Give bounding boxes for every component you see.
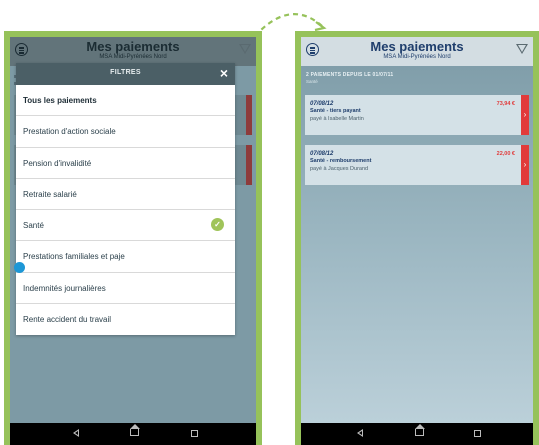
filter-item-indemnites[interactable]: Indemnités journalières — [16, 273, 235, 305]
recent-apps-icon[interactable] — [191, 430, 198, 437]
page-title: Mes paiements — [370, 39, 464, 54]
page-subtitle: MSA Midi-Pyrénées Nord — [383, 54, 451, 60]
payment-amount: 73,94 € — [496, 101, 515, 107]
payment-card[interactable]: 07/08/12 Santé - tiers payant payé à Isa… — [305, 95, 529, 135]
page-title: Mes paiements — [86, 39, 180, 54]
filter-item-label: Tous les paiements — [23, 96, 97, 105]
filter-item-action-sociale[interactable]: Prestation d'action sociale — [16, 116, 235, 148]
background-card-accent — [246, 145, 252, 185]
filter-item-tous[interactable]: Tous les paiements — [16, 85, 235, 117]
recent-apps-icon[interactable] — [474, 430, 481, 437]
payment-payee: payé à Jacques Durand — [310, 166, 369, 172]
filter-dialog: FILTRES × Tous les paiements Prestation … — [16, 63, 235, 336]
back-triangle-icon[interactable] — [73, 429, 79, 437]
checkmark-icon: ✓ — [211, 218, 224, 232]
filter-item-label: Rente accident du travail — [23, 315, 112, 325]
payment-description: Santé - tiers payant — [310, 108, 361, 114]
close-icon[interactable]: × — [220, 65, 228, 81]
filter-item-label: Santé — [23, 221, 44, 231]
screen: Mes paiements MSA Midi-Pyrénées Nord 2 P… — [301, 37, 533, 445]
filter-item-familiales[interactable]: Prestations familiales et paje — [16, 241, 235, 273]
funnel-icon[interactable] — [239, 44, 251, 54]
android-nav-bar — [301, 423, 533, 445]
payment-date: 07/08/12 — [310, 151, 334, 157]
filter-item-invalidite[interactable]: Pension d'invalidité — [16, 148, 235, 179]
payment-amount: 22,00 € — [496, 151, 515, 157]
payment-payee: payé à Isabelle Martin — [310, 116, 364, 122]
home-icon[interactable] — [414, 424, 425, 436]
app-header: Mes paiements MSA Midi-Pyrénées Nord — [10, 37, 256, 66]
back-triangle-icon[interactable] — [357, 429, 363, 437]
payment-description: Santé - remboursement — [310, 158, 372, 164]
filter-item-label: Retraite salarié — [23, 189, 77, 199]
chevron-right-icon[interactable]: › — [521, 95, 529, 135]
filter-item-sante[interactable]: Santé ✓ — [16, 210, 235, 242]
filter-item-retraite[interactable]: Retraite salarié — [16, 179, 235, 211]
phone-payments-screen: Mes paiements MSA Midi-Pyrénées Nord 2 P… — [295, 31, 539, 445]
background-card-accent — [246, 95, 252, 135]
page-subtitle: MSA Midi-Pyrénées Nord — [99, 54, 167, 60]
filter-item-label: Indemnités journalières — [23, 283, 106, 293]
funnel-icon[interactable] — [516, 44, 528, 54]
section-label: 2 PAIEMENTS DEPUIS LE 01/07/11 — [306, 72, 394, 78]
home-icon[interactable] — [129, 424, 140, 436]
touch-indicator — [14, 262, 25, 273]
section-sub: Santé — [306, 79, 318, 84]
android-nav-bar — [10, 423, 256, 445]
filter-item-rente[interactable]: Rente accident du travail — [16, 304, 235, 335]
chevron-right-icon[interactable]: › — [521, 145, 529, 185]
filter-item-label: Prestations familiales et paje — [23, 252, 125, 262]
app-header: Mes paiements MSA Midi-Pyrénées Nord — [301, 37, 533, 66]
dialog-title: FILTRES — [110, 69, 141, 76]
payment-date: 07/08/12 — [310, 101, 334, 107]
dialog-header: FILTRES × — [16, 63, 235, 85]
filter-item-label: Pension d'invalidité — [23, 158, 92, 168]
payment-card[interactable]: 07/08/12 Santé - remboursement payé à Ja… — [305, 145, 529, 185]
filter-item-label: Prestation d'action sociale — [23, 127, 116, 137]
